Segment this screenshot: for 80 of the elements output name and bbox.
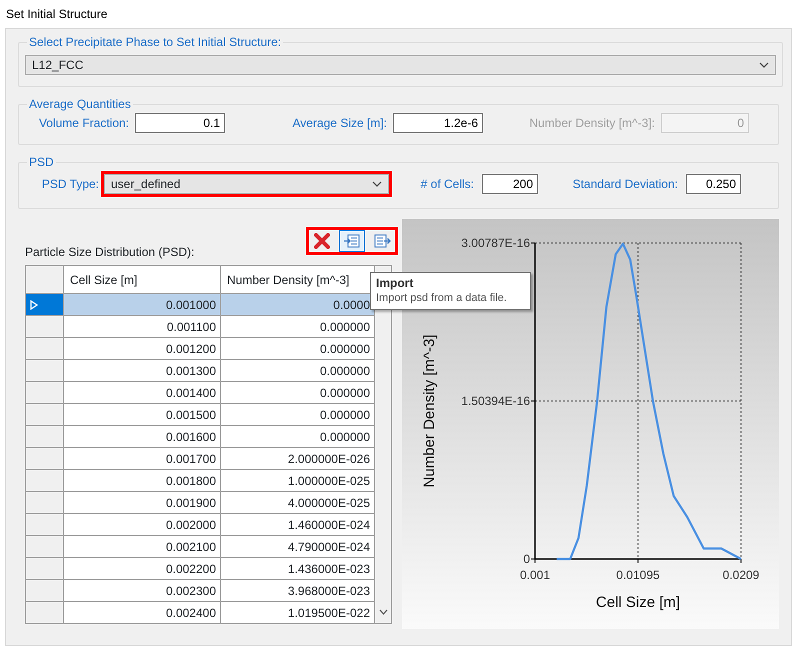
field-label: Average Size [m]: <box>292 115 388 132</box>
table-cell: 4.000000E-025 <box>220 492 374 514</box>
table-cell: 1.019500E-022 <box>220 602 374 624</box>
delete-icon <box>313 233 331 249</box>
table-cell: 0.000000 <box>220 404 374 426</box>
axis-title: Number Density [m^-3] <box>421 334 438 488</box>
table-cell: 0.001600 <box>64 426 220 448</box>
table-row[interactable]: 0.002400 1.019500E-022 <box>26 602 374 624</box>
table-cell: 0.001400 <box>64 382 220 404</box>
table-cell: 0.002400 <box>64 602 220 624</box>
table-row[interactable]: 0.001700 2.000000E-026 <box>26 448 374 470</box>
table-cell: 0.001900 <box>64 492 220 514</box>
table-cell: 0.001800 <box>64 470 220 492</box>
table-cell: 0.002200 <box>64 558 220 580</box>
table-cell: 1.436000E-023 <box>220 558 374 580</box>
table-cell: 0.001300 <box>64 360 220 382</box>
table-cell: 0.0000 <box>220 294 374 316</box>
tick-label: 0.01095 <box>616 568 660 582</box>
table-cell: 0.002100 <box>64 536 220 558</box>
tick-label: 0 <box>523 552 530 566</box>
table-cell: 0.001100 <box>64 316 220 338</box>
table-cell: 0.000000 <box>220 338 374 360</box>
input-field[interactable]: 0.250 <box>686 174 741 194</box>
table-row[interactable]: 0.001600 0.000000 <box>26 426 374 448</box>
table-cell: 0.001000 <box>64 294 220 316</box>
field-label: Number Density [m^-3]: <box>528 115 656 132</box>
export-icon <box>373 233 391 249</box>
table-cell: 0.001700 <box>64 448 220 470</box>
input-field[interactable]: 1.2e-6 <box>393 113 483 133</box>
table-cell: 1.000000E-025 <box>220 470 374 492</box>
field-label: PSD Type: <box>40 176 100 193</box>
table-caption: Particle Size Distribution (PSD): <box>25 244 194 261</box>
table-cell: 0.002300 <box>64 580 220 602</box>
import-icon <box>343 233 361 249</box>
table-row[interactable]: 0.001900 4.000000E-025 <box>26 492 374 514</box>
table-cell: 0.000000 <box>220 360 374 382</box>
field-label: Standard Deviation: <box>572 176 679 193</box>
column-header: Cell Size [m] <box>64 266 220 294</box>
table-cell: 0.000000 <box>220 316 374 338</box>
tick-label: 3.00787E-16 <box>461 236 530 250</box>
psd-type-dropdown[interactable]: user_defined <box>104 174 389 194</box>
table-row[interactable]: 0.001300 0.000000 <box>26 360 374 382</box>
table-cell: 2.000000E-026 <box>220 448 374 470</box>
table-cell: 3.968000E-023 <box>220 580 374 602</box>
tick-label: 0.0209 <box>722 568 760 582</box>
tick-label: 0.001 <box>520 568 550 582</box>
table-cell: 1.460000E-024 <box>220 514 374 536</box>
tick-label: 1.50394E-16 <box>461 394 530 408</box>
table-cell: 0.002000 <box>64 514 220 536</box>
phase-dropdown[interactable]: L12_FCC <box>25 55 776 75</box>
group-legend: PSD <box>27 155 56 169</box>
table-row[interactable]: 0.001200 0.000000 <box>26 338 374 360</box>
import-button[interactable] <box>339 230 365 252</box>
axis-title: Cell Size [m] <box>596 594 680 611</box>
table-row[interactable]: 0.002200 1.436000E-023 <box>26 558 374 580</box>
table-cell: 0.001500 <box>64 404 220 426</box>
table-row[interactable]: 0.002300 3.968000E-023 <box>26 580 374 602</box>
group-legend: Select Precipitate Phase to Set Initial Structure: <box>27 35 284 49</box>
table-row[interactable]: 0.001800 1.000000E-025 <box>26 470 374 492</box>
field-label: Volume Fraction: <box>38 115 130 132</box>
table-cell: 0.000000 <box>220 426 374 448</box>
table-row[interactable]: 0.001500 0.000000 <box>26 404 374 426</box>
scroll-down-icon[interactable] <box>378 609 388 615</box>
table-row[interactable]: 0.001100 0.000000 <box>26 316 374 338</box>
table-row[interactable]: 0.001400 0.000000 <box>26 382 374 404</box>
field-label: # of Cells: <box>420 176 475 193</box>
table-row[interactable]: 0.002100 4.790000E-024 <box>26 536 374 558</box>
tooltip-title: Import <box>376 276 414 291</box>
table-cell: 0.001200 <box>64 338 220 360</box>
column-header: Number Density [m^-3] <box>220 266 374 294</box>
table-row[interactable]: 0.002000 1.460000E-024 <box>26 514 374 536</box>
window-title: Set Initial Structure <box>5 6 108 23</box>
group-legend: Average Quantities <box>27 97 133 111</box>
table-row[interactable]: 0.001000 0.0000 <box>26 294 374 316</box>
tooltip-text: Import psd from a data file. <box>376 291 508 306</box>
current-row-icon <box>30 300 38 310</box>
input-field[interactable]: 0.1 <box>135 113 225 133</box>
input-field[interactable]: 200 <box>482 174 538 194</box>
table-cell: 4.790000E-024 <box>220 536 374 558</box>
table-cell: 0.000000 <box>220 382 374 404</box>
